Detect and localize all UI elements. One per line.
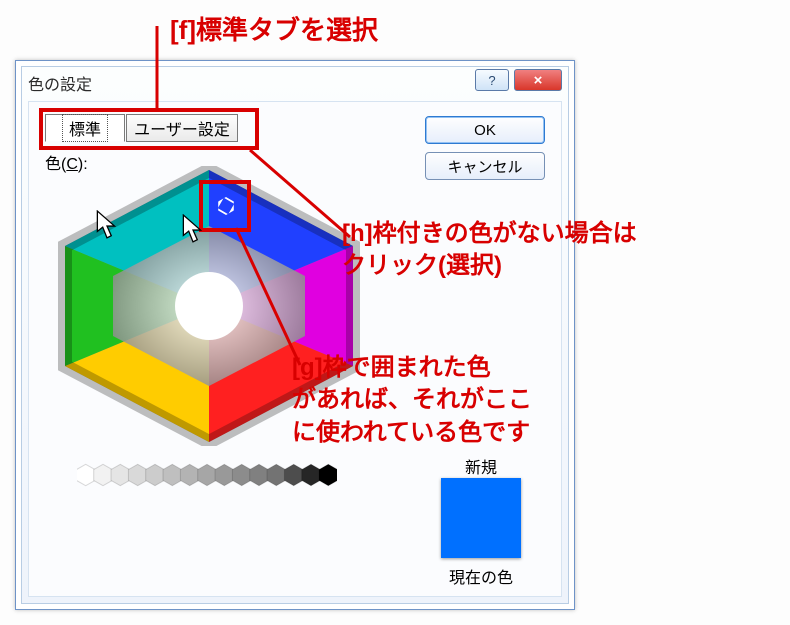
ok-button-label: OK bbox=[474, 122, 496, 139]
dialog-content: 標準 ユーザー設定 色(C): OK キャンセル bbox=[28, 101, 562, 597]
window-buttons: ? × bbox=[475, 69, 562, 91]
titlebar: 色の設定 ? × bbox=[22, 67, 568, 101]
cancel-button[interactable]: キャンセル bbox=[425, 152, 545, 180]
tab-standard-label: 標準 bbox=[62, 114, 108, 142]
close-button[interactable]: × bbox=[514, 69, 562, 91]
ok-button[interactable]: OK bbox=[425, 116, 545, 144]
tab-user-label: ユーザー設定 bbox=[134, 116, 230, 140]
tab-user-settings[interactable]: ユーザー設定 bbox=[126, 114, 238, 142]
help-button[interactable]: ? bbox=[475, 69, 509, 91]
grayscale-row[interactable] bbox=[77, 458, 337, 492]
help-icon: ? bbox=[488, 73, 495, 88]
annotation-g: [g]枠で囲まれた色があれば、それがここに使われている色です bbox=[292, 352, 532, 449]
cancel-button-label: キャンセル bbox=[447, 156, 522, 177]
dialog-frame: 色の設定 ? × 標準 ユーザー設定 色(C): OK bbox=[21, 66, 569, 604]
preview-current-label: 現在の色 bbox=[431, 564, 531, 588]
tab-standard[interactable]: 標準 bbox=[45, 114, 125, 142]
preview-new-label: 新規 bbox=[431, 454, 531, 478]
color-dialog: 色の設定 ? × 標準 ユーザー設定 色(C): OK bbox=[15, 60, 575, 610]
dialog-title: 色の設定 bbox=[28, 77, 92, 94]
annotation-h: [h]枠付きの色がない場合はクリック(選択) bbox=[342, 218, 637, 283]
grayscale-svg bbox=[77, 458, 337, 492]
annotation-f: [f]標準タブを選択 bbox=[170, 10, 378, 47]
preview-swatch bbox=[441, 478, 521, 558]
close-icon: × bbox=[534, 72, 543, 89]
